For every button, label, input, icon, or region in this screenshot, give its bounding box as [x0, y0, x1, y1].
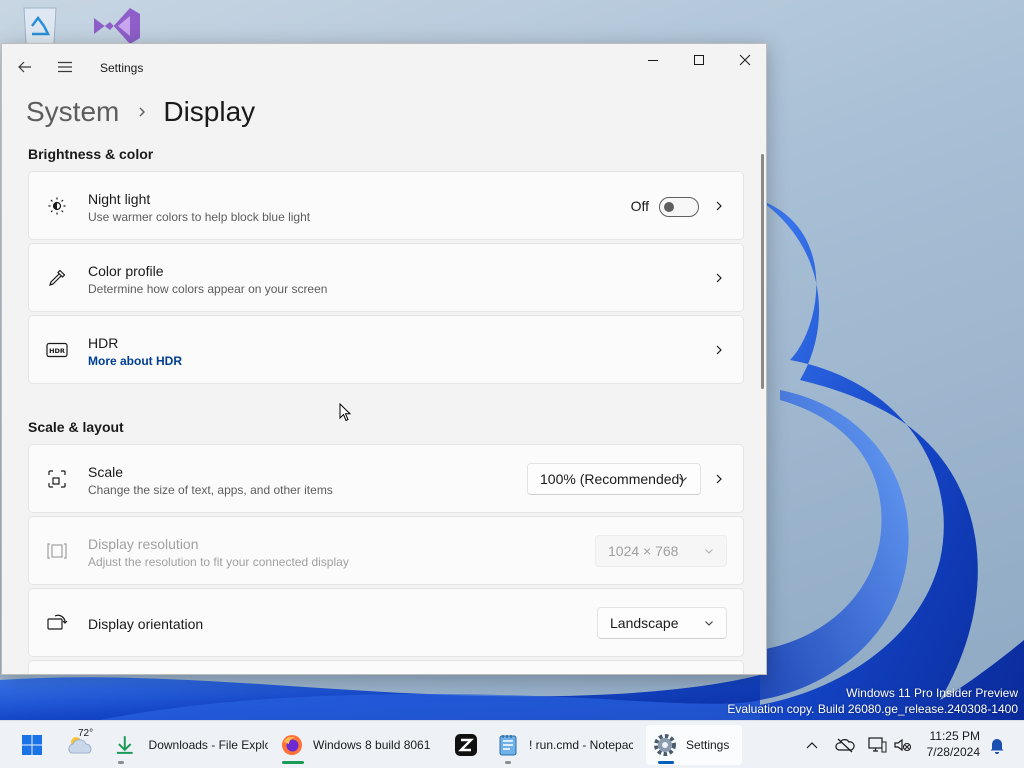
- taskbar-app-label: Downloads - File Explc: [148, 738, 268, 752]
- taskbar-app-notepad[interactable]: ! run.cmd - Notepac: [492, 725, 642, 765]
- scale-title: Scale: [88, 464, 124, 480]
- brightness-sun-icon: [45, 194, 69, 218]
- clock[interactable]: 11:25 PM 7/28/2024: [927, 728, 980, 760]
- taskbar: 72° Downloads - File Explc Windows 8 bui…: [0, 720, 1024, 768]
- night-light-title: Night light: [88, 191, 151, 207]
- scale-dropdown-value: 100% (Recommended): [540, 471, 684, 487]
- toggle-knob: [664, 202, 674, 212]
- maximize-button[interactable]: [676, 44, 722, 76]
- network-icon[interactable]: [866, 735, 888, 755]
- chevron-up-icon: [806, 742, 818, 749]
- more-about-hdr-link[interactable]: More about HDR: [88, 354, 182, 368]
- display-resolution-description: Adjust the resolution to fit your connec…: [88, 555, 349, 569]
- section-brightness-color: Brightness & color: [28, 146, 154, 162]
- breadcrumb: System Display: [26, 92, 255, 132]
- notepad-icon: [499, 735, 517, 756]
- running-indicator-active: [658, 761, 674, 764]
- taskbar-app-file-explorer[interactable]: Downloads - File Explc: [108, 725, 268, 765]
- download-arrow-icon: [116, 736, 133, 754]
- windows-logo-icon: [22, 735, 42, 755]
- taskbar-app-firefox[interactable]: Windows 8 build 8061: [274, 725, 444, 765]
- maximize-icon: [694, 55, 704, 65]
- hamburger-icon: [58, 61, 72, 73]
- display-orientation-card[interactable]: Display orientation Landscape: [28, 588, 744, 657]
- scrollbar-thumb[interactable]: [761, 154, 764, 389]
- minimize-icon: [648, 60, 658, 61]
- notification-bell-icon[interactable]: [988, 735, 1006, 755]
- display-resolution-card: Display resolution Adjust the resolution…: [28, 516, 744, 585]
- hdr-icon: HDR: [45, 338, 69, 362]
- chevron-right-icon: [711, 198, 727, 214]
- back-button[interactable]: [10, 50, 40, 84]
- watermark-line1: Windows 11 Pro Insider Preview: [846, 686, 1018, 700]
- scale-description: Change the size of text, apps, and other…: [88, 483, 333, 497]
- close-icon: [739, 54, 751, 66]
- chevron-down-icon: [705, 549, 713, 554]
- firefox-icon: [282, 735, 302, 755]
- orientation-dropdown[interactable]: Landscape: [597, 607, 727, 639]
- display-orientation-title: Display orientation: [88, 616, 204, 632]
- recycle-bin-icon[interactable]: [14, 4, 66, 48]
- title-bar[interactable]: Settings: [2, 44, 766, 92]
- orientation-dropdown-value: Landscape: [610, 615, 679, 631]
- display-resolution-title: Display resolution: [88, 536, 199, 552]
- onedrive-icon[interactable]: [834, 735, 856, 755]
- section-scale-layout: Scale & layout: [28, 419, 124, 435]
- running-indicator: [282, 761, 304, 764]
- start-button[interactable]: [12, 725, 52, 765]
- z-app-icon: [455, 734, 477, 756]
- chevron-down-icon: [705, 621, 713, 626]
- close-button[interactable]: [722, 44, 766, 76]
- show-hidden-icons-button[interactable]: [804, 735, 820, 755]
- breadcrumb-chevron-icon: [137, 106, 147, 118]
- weather-temp: 72°: [78, 728, 94, 739]
- page-title: Display: [163, 96, 256, 127]
- hdr-card[interactable]: HDR HDR More about HDR: [28, 315, 744, 384]
- color-profile-card[interactable]: Color profile Determine how colors appea…: [28, 243, 744, 312]
- clock-time: 11:25 PM: [929, 729, 980, 743]
- night-light-toggle[interactable]: [659, 197, 699, 217]
- mouse-pointer-icon: [339, 403, 352, 422]
- next-setting-card[interactable]: [28, 660, 744, 674]
- scale-icon: [45, 467, 69, 491]
- night-light-card[interactable]: Night light Use warmer colors to help bl…: [28, 171, 744, 240]
- app-title: Settings: [100, 61, 144, 75]
- running-indicator: [505, 761, 511, 764]
- scale-card[interactable]: Scale Change the size of text, apps, and…: [28, 444, 744, 513]
- gear-icon: [654, 734, 676, 756]
- svg-text:HDR: HDR: [49, 347, 65, 355]
- watermark-line2: Evaluation copy. Build 26080.ge_release.…: [727, 702, 1018, 716]
- back-arrow-icon: [18, 61, 31, 73]
- weather-widget[interactable]: 72°: [58, 725, 102, 765]
- taskbar-app-label: Windows 8 build 8061: [313, 738, 431, 752]
- taskbar-app-label: Settings: [686, 738, 730, 752]
- resolution-icon: [45, 539, 69, 563]
- night-light-state: Off: [630, 198, 649, 214]
- night-light-description: Use warmer colors to help block blue lig…: [88, 210, 311, 224]
- resolution-dropdown-value: 1024 × 768: [608, 543, 679, 559]
- chevron-right-icon: [711, 342, 727, 358]
- chevron-down-icon: [679, 477, 687, 482]
- navigation-menu-button[interactable]: [50, 50, 80, 84]
- breadcrumb-system-link[interactable]: System: [26, 96, 119, 128]
- scale-dropdown[interactable]: 100% (Recommended): [527, 463, 701, 495]
- orientation-icon: [45, 611, 69, 635]
- color-profile-title: Color profile: [88, 263, 164, 279]
- chevron-right-icon: [711, 471, 727, 487]
- minimize-button[interactable]: [630, 44, 676, 76]
- color-profile-description: Determine how colors appear on your scre…: [88, 282, 328, 296]
- running-indicator: [118, 761, 124, 764]
- taskbar-app-z[interactable]: [448, 725, 484, 765]
- taskbar-app-settings[interactable]: Settings: [646, 725, 742, 765]
- clock-date: 7/28/2024: [926, 745, 980, 759]
- chevron-right-icon: [711, 270, 727, 286]
- settings-window: Settings System Display Brightness & col…: [1, 43, 767, 675]
- volume-muted-icon[interactable]: [892, 735, 914, 755]
- visual-studio-icon[interactable]: [90, 4, 142, 48]
- eyedropper-icon: [45, 266, 69, 290]
- hdr-title: HDR: [88, 335, 119, 351]
- taskbar-app-label: ! run.cmd - Notepac: [529, 738, 633, 752]
- resolution-dropdown: 1024 × 768: [595, 535, 727, 567]
